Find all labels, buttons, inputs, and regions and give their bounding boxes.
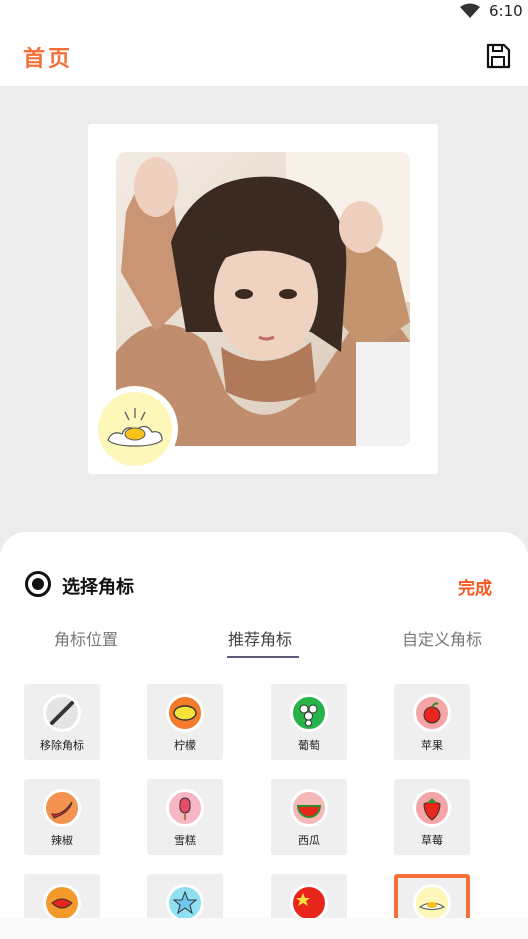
badge-item-chili[interactable]: 辣椒 [24, 779, 100, 855]
china-flag-icon [290, 884, 328, 922]
badge-label: 柠檬 [174, 739, 196, 752]
preview-badge [92, 386, 178, 472]
sheet-header: 选择角标 完成 [0, 564, 528, 604]
strawberry-icon [413, 789, 451, 827]
badge-item-popsicle[interactable]: 雪糕 [147, 779, 223, 855]
tab-underline [227, 656, 299, 658]
app-bar: 首页 [0, 24, 528, 86]
grape-icon [290, 694, 328, 732]
remove-icon [43, 694, 81, 732]
wifi-icon [460, 3, 480, 18]
tab-bar: 角标位置 推荐角标 自定义角标 [0, 626, 528, 662]
badge-label: 葡萄 [298, 739, 320, 752]
badge-label: 移除角标 [40, 739, 84, 752]
badge-label: 辣椒 [51, 834, 73, 847]
done-button[interactable]: 完成 [458, 574, 492, 599]
badge-sheet: 选择角标 完成 角标位置 推荐角标 自定义角标 移除角标 柠檬 葡萄 苹果 辣椒… [0, 532, 528, 939]
sheet-title: 选择角标 [62, 577, 134, 598]
watermelon-icon [290, 789, 328, 827]
fried-egg-icon [413, 884, 451, 922]
save-icon[interactable] [484, 42, 512, 70]
fried-egg-icon [107, 408, 163, 447]
tab-badge-position[interactable]: 角标位置 [54, 626, 118, 650]
badge-item-apple[interactable]: 苹果 [394, 684, 470, 760]
badge-item-watermelon[interactable]: 西瓜 [271, 779, 347, 855]
badge-grid: 移除角标 柠檬 葡萄 苹果 辣椒 雪糕 西瓜 草莓 [0, 684, 528, 939]
badge-label: 苹果 [421, 739, 443, 752]
apple-icon [413, 694, 451, 732]
badge-item-remove[interactable]: 移除角标 [24, 684, 100, 760]
chili-icon [43, 789, 81, 827]
badge-item-lemon[interactable]: 柠檬 [147, 684, 223, 760]
badge-item-strawberry[interactable]: 草莓 [394, 779, 470, 855]
status-time: 6:10 [489, 2, 523, 20]
status-bar: 6:10 [0, 0, 528, 24]
lemon-icon [166, 694, 204, 732]
page-title: 首页 [23, 47, 74, 72]
bottom-fade [0, 918, 528, 939]
badge-label: 草莓 [421, 834, 443, 847]
tab-recommended-badges[interactable]: 推荐角标 [228, 626, 292, 650]
radio-selected-icon[interactable] [25, 571, 51, 597]
popsicle-icon [166, 789, 204, 827]
lips-icon [43, 884, 81, 922]
tab-custom-badge[interactable]: 自定义角标 [402, 626, 482, 650]
star-icon [166, 884, 204, 922]
badge-item-grape[interactable]: 葡萄 [271, 684, 347, 760]
badge-label: 西瓜 [298, 834, 320, 847]
badge-label: 雪糕 [174, 834, 196, 847]
